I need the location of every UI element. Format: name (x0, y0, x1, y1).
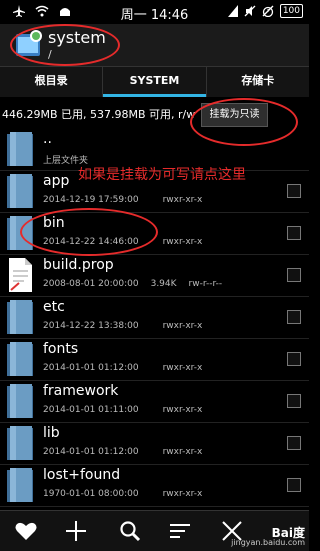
file-icon (9, 258, 32, 292)
file-perms: rw-r--r-- (188, 279, 223, 289)
file-name: fonts (43, 341, 79, 357)
folder-icon (7, 426, 33, 460)
search-icon[interactable] (118, 519, 142, 543)
plus-icon[interactable] (64, 519, 88, 543)
file-date: 2014-01-01 01:12:00 (43, 363, 139, 373)
mute-icon (244, 5, 256, 17)
file-row[interactable]: etc 2014-12-22 13:38:00 rwxr-xr-x (0, 296, 309, 339)
file-name: lib (43, 425, 60, 441)
file-row[interactable]: framework 2014-01-01 01:11:00 rwxr-xr-x (0, 380, 309, 423)
select-checkbox[interactable] (287, 478, 301, 492)
folder-icon (7, 468, 33, 502)
file-row[interactable]: lib 2014-01-01 01:12:00 rwxr-xr-x (0, 422, 309, 465)
file-name: build.prop (43, 257, 114, 273)
file-perms: rwxr-xr-x (162, 321, 203, 331)
bottom-toolbar: Bai度 jingyan.baidu.com (0, 510, 309, 551)
file-meta: 2008-08-01 20:00:00 3.94K rw-r--r-- (43, 279, 234, 289)
folder-icon (7, 300, 33, 334)
file-meta: 2014-01-01 01:11:00 rwxr-xr-x (43, 405, 214, 415)
file-perms: rwxr-xr-x (162, 195, 203, 205)
watermark-url: jingyan.baidu.com (231, 538, 305, 547)
watermark: Bai度 jingyan.baidu.com (231, 526, 305, 548)
folder-icon (7, 384, 33, 418)
file-name: lost+found (43, 467, 121, 483)
file-name: .. (43, 131, 52, 147)
file-row[interactable]: fonts 2014-01-01 01:12:00 rwxr-xr-x (0, 338, 309, 381)
file-name: framework (43, 383, 119, 399)
file-name: etc (43, 299, 65, 315)
alarm-icon (262, 5, 274, 17)
file-meta: 2014-01-01 01:12:00 rwxr-xr-x (43, 363, 214, 373)
select-checkbox[interactable] (287, 352, 301, 366)
tab-system[interactable]: SYSTEM (103, 67, 207, 97)
signal-icon (227, 5, 238, 17)
folder-icon (7, 342, 33, 376)
storage-usage-text: 446.29MB 已用, 537.98MB 可用, r/w (2, 108, 196, 121)
select-checkbox[interactable] (287, 310, 301, 324)
folder-icon (7, 174, 33, 208)
file-perms: rwxr-xr-x (162, 489, 203, 499)
sort-icon[interactable] (168, 519, 192, 543)
file-date: 1970-01-01 08:00:00 (43, 489, 139, 499)
watermark-logo: Bai度 (271, 526, 305, 540)
select-checkbox[interactable] (287, 226, 301, 240)
file-date: 2014-12-22 13:38:00 (43, 321, 139, 331)
select-checkbox[interactable] (287, 268, 301, 282)
file-meta: 2014-01-01 01:12:00 rwxr-xr-x (43, 447, 214, 457)
file-perms: rwxr-xr-x (162, 405, 203, 415)
file-meta: 1970-01-01 08:00:00 rwxr-xr-x (43, 489, 214, 499)
file-meta: 2014-12-19 17:59:00 rwxr-xr-x (43, 195, 214, 205)
file-date: 2014-01-01 01:11:00 (43, 405, 139, 415)
tab-root[interactable]: 根目录 (0, 67, 104, 97)
select-checkbox[interactable] (287, 184, 301, 198)
file-perms: rwxr-xr-x (162, 447, 203, 457)
status-bar: 周一 14:46 100 (0, 0, 309, 24)
tab-sdcard[interactable]: 存储卡 (207, 67, 309, 97)
folder-icon (7, 132, 33, 166)
file-row[interactable]: build.prop 2008-08-01 20:00:00 3.94K rw-r--… (0, 254, 309, 297)
file-size: 3.94K (150, 279, 177, 289)
annotation-ellipse-bin (20, 208, 158, 256)
select-checkbox[interactable] (287, 436, 301, 450)
file-perms: rwxr-xr-x (162, 363, 203, 373)
file-row[interactable]: lost+found 1970-01-01 08:00:00 rwxr-xr-x (0, 464, 309, 507)
file-perms: rwxr-xr-x (162, 237, 203, 247)
heart-icon[interactable] (14, 519, 38, 543)
file-date: 2008-08-01 20:00:00 (43, 279, 139, 289)
file-meta: 2014-12-22 13:38:00 rwxr-xr-x (43, 321, 214, 331)
annotation-text: 如果是挂载为可写请点这里 (78, 167, 246, 183)
tab-bar: 根目录 SYSTEM 存储卡 (0, 66, 309, 97)
file-date: 2014-01-01 01:12:00 (43, 447, 139, 457)
file-name: app (43, 173, 70, 189)
battery-indicator: 100 (279, 4, 303, 18)
file-date: 2014-12-19 17:59:00 (43, 195, 139, 205)
annotation-ellipse-title (10, 24, 120, 66)
select-checkbox[interactable] (287, 394, 301, 408)
